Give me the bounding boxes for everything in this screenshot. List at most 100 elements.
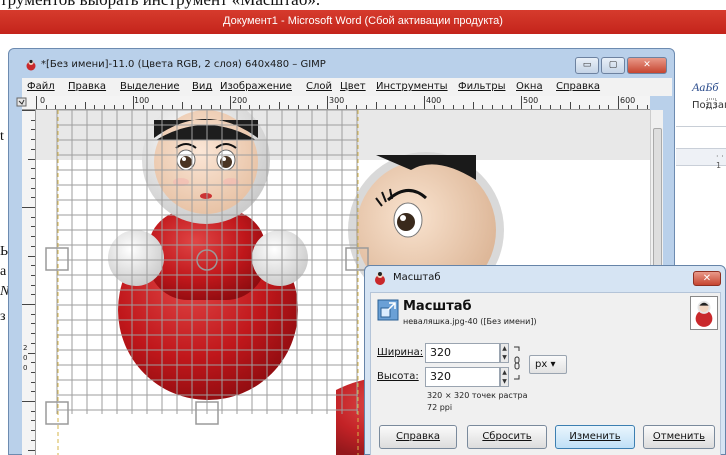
ruler-tick	[462, 105, 464, 109]
ruler-tick	[31, 371, 35, 373]
menu-view[interactable]: Вид	[192, 81, 212, 92]
menu-filters[interactable]: Фильтры	[458, 81, 505, 92]
dialog-header-subtitle: неваляшка.jpg-40 ([Без имени])	[403, 317, 537, 326]
change-button[interactable]: Изменить	[555, 425, 635, 449]
ruler-tick	[31, 139, 35, 141]
minimize-button[interactable]: ▭	[575, 57, 599, 74]
word-window-title: Документ1 - Microsoft Word (Сбой активац…	[223, 15, 503, 27]
gimp-app-icon	[375, 272, 385, 285]
ruler-tick	[385, 105, 387, 109]
gimp-vertical-ruler: 2 0 0	[22, 110, 36, 455]
ruler-tick	[31, 129, 35, 131]
ruler-tick	[540, 105, 542, 109]
ruler-tick	[94, 105, 96, 109]
ruler-tick	[31, 391, 35, 393]
word-style-preview[interactable]: AaБб	[692, 80, 718, 95]
ruler-tick	[123, 105, 125, 109]
cancel-button[interactable]: Отменить	[643, 425, 715, 449]
ruler-tick	[31, 177, 35, 179]
quick-mask-icon[interactable]	[16, 96, 28, 108]
menu-help[interactable]: Справка	[556, 81, 600, 92]
zoom-navigate-icon[interactable]	[706, 98, 718, 110]
ruler-tick	[414, 105, 416, 109]
ruler-tick	[356, 105, 358, 109]
ruler-tick	[31, 148, 35, 150]
menu-edit[interactable]: Правка	[68, 81, 106, 92]
ruler-label: 300	[329, 96, 345, 105]
ruler-tick	[220, 105, 222, 109]
ruler-tick	[31, 245, 35, 247]
gimp-horizontal-ruler: 0 100 200 300 400 500 600	[22, 96, 650, 110]
ruler-tick	[22, 110, 35, 111]
ruler-tick	[31, 381, 35, 383]
ruler-tick	[521, 96, 522, 109]
gimp-menu-bar: Файл Правка Выделение Вид Изображение Сл…	[22, 78, 672, 96]
ruler-tick	[259, 105, 261, 109]
reset-button[interactable]: Сбросить	[467, 425, 547, 449]
close-button[interactable]: ✕	[627, 57, 667, 74]
ruler-tick	[346, 105, 348, 109]
width-input[interactable]: 320	[425, 343, 500, 363]
menu-tools[interactable]: Инструменты	[376, 81, 448, 92]
ruler-tick	[472, 102, 474, 109]
ruler-label: 2	[23, 344, 28, 352]
ruler-label: 100	[134, 96, 150, 105]
ruler-tick	[550, 105, 552, 109]
menu-file[interactable]: Файл	[27, 81, 55, 92]
ruler-label: 200	[232, 96, 248, 105]
ruler-tick	[453, 105, 455, 109]
ruler-tick	[31, 265, 35, 267]
ruler-tick	[404, 105, 406, 109]
ruler-tick	[297, 105, 299, 109]
scale-dialog: Масштаб ✕ Масштаб неваляшка.jpg-40 ([Без…	[364, 265, 726, 455]
ruler-tick	[433, 105, 435, 109]
ruler-tick	[327, 96, 328, 109]
scale-tool-icon	[377, 299, 399, 321]
ruler-tick	[22, 401, 35, 402]
menu-windows[interactable]: Окна	[516, 81, 543, 92]
height-input[interactable]: 320	[425, 367, 500, 387]
ruler-tick	[31, 420, 35, 422]
ruler-tick	[647, 105, 649, 109]
ruler-tick	[365, 105, 367, 109]
ruler-tick	[336, 105, 338, 109]
ruler-tick	[317, 105, 319, 109]
height-spinner[interactable]: ▲ ▼	[500, 367, 509, 387]
width-spinner[interactable]: ▲ ▼	[500, 343, 509, 363]
ruler-tick	[637, 105, 639, 109]
ruler-tick	[288, 105, 290, 109]
resolution-info: 72 ppi	[427, 403, 453, 412]
ruler-tick	[31, 226, 35, 228]
ruler-tick	[171, 105, 173, 109]
chain-link-icon[interactable]	[513, 345, 521, 381]
dialog-body: Масштаб неваляшка.jpg-40 ([Без имени]) Ш…	[370, 292, 721, 455]
gimp-title-bar[interactable]: *[Без имени]-11.0 (Цвета RGB, 2 слоя) 64…	[19, 55, 667, 75]
document-heading-text: трументов выбрать инструмент «Масштаб».	[0, 0, 320, 10]
ruler-tick	[31, 294, 35, 296]
ruler-tick	[28, 449, 35, 451]
ruler-tick	[31, 187, 35, 189]
word-ruler: · · 1	[676, 148, 726, 170]
document-char: а	[0, 264, 7, 279]
ruler-tick	[36, 96, 37, 109]
dialog-title-bar[interactable]: Масштаб ✕	[365, 266, 725, 290]
menu-layer[interactable]: Слой	[306, 81, 332, 92]
document-top-text: трументов выбрать инструмент «Масштаб».	[0, 0, 726, 10]
ruler-tick	[230, 96, 231, 109]
size-info: 320 × 320 точек растра	[427, 391, 528, 400]
dialog-window-title: Масштаб	[393, 272, 441, 283]
menu-color[interactable]: Цвет	[340, 81, 366, 92]
maximize-button[interactable]: ▢	[601, 57, 625, 74]
ruler-tick	[31, 333, 35, 335]
menu-select[interactable]: Выделение	[120, 81, 180, 92]
dialog-close-button[interactable]: ✕	[693, 271, 721, 286]
unit-select[interactable]: px ▾	[529, 355, 567, 374]
gimp-window-title: *[Без имени]-11.0 (Цвета RGB, 2 слоя) 64…	[41, 59, 326, 70]
ruler-tick	[45, 105, 47, 109]
ruler-tick	[559, 105, 561, 109]
ruler-tick	[618, 96, 619, 109]
ruler-tick	[103, 105, 105, 109]
menu-image[interactable]: Изображение	[220, 81, 292, 92]
ruler-tick	[569, 102, 571, 109]
help-button[interactable]: Справка	[379, 425, 457, 449]
